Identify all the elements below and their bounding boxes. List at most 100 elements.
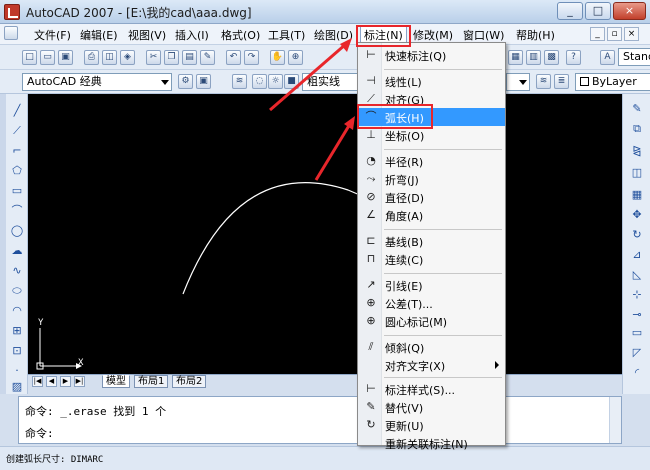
calculator-icon[interactable]: ▩: [544, 50, 559, 65]
line-icon[interactable]: ╱: [10, 104, 24, 118]
dimension-menu-item[interactable]: ⊕ 圆心标记(M): [359, 312, 505, 330]
insert-block-icon[interactable]: ⊞: [10, 324, 24, 338]
command-prompt[interactable]: 命令:: [25, 425, 54, 441]
lightbulb-icon[interactable]: ◌: [252, 74, 267, 89]
construction-line-icon[interactable]: ⟋: [10, 124, 24, 138]
menu-insert[interactable]: 插入(I): [175, 27, 209, 43]
tab-model[interactable]: 模型: [102, 375, 130, 388]
menu-file[interactable]: 文件(F): [34, 27, 71, 43]
menu-format[interactable]: 格式(O): [221, 27, 260, 43]
array-icon[interactable]: ▦: [630, 188, 644, 202]
ellipse-icon[interactable]: ⬭: [10, 284, 24, 298]
rotate-icon[interactable]: ↻: [630, 228, 644, 242]
dimension-menu-item[interactable]: ⊏ 基线(B): [359, 232, 505, 250]
tool-palette-icon[interactable]: ▦: [508, 50, 523, 65]
make-current-icon[interactable]: ≋: [536, 74, 551, 89]
workspace-settings-icon[interactable]: ⚙: [178, 74, 193, 89]
circle-icon[interactable]: ◯: [10, 224, 24, 238]
layer-combo-tail[interactable]: [506, 73, 530, 91]
close-button[interactable]: ×: [613, 2, 646, 20]
sun-icon[interactable]: ☼: [268, 74, 283, 89]
menu-tools[interactable]: 工具(T): [268, 27, 305, 43]
menu-help[interactable]: 帮助(H): [516, 27, 555, 43]
menu-view[interactable]: 视图(V): [128, 27, 166, 43]
menu-draw[interactable]: 绘图(D): [314, 27, 353, 43]
erase-icon[interactable]: ✎: [630, 102, 644, 116]
menu-edit[interactable]: 编辑(E): [80, 27, 118, 43]
command-scrollbar[interactable]: [609, 397, 621, 443]
help-icon[interactable]: ?: [566, 50, 581, 65]
hatch-icon[interactable]: ▨: [10, 380, 24, 394]
polygon-icon[interactable]: ⬠: [10, 164, 24, 178]
arc-icon[interactable]: ⌒: [10, 204, 24, 218]
dimension-menu-item[interactable]: ↗ 引线(E): [359, 276, 505, 294]
layer-color-icon[interactable]: ■: [284, 74, 299, 89]
doc-minimize-button[interactable]: _: [590, 27, 605, 41]
menu-window[interactable]: 窗口(W): [463, 27, 504, 43]
offset-icon[interactable]: ◫: [630, 166, 644, 180]
layer-combo[interactable]: 粗实线: [302, 73, 358, 91]
dimension-menu-item[interactable]: ⊘ 直径(D): [359, 188, 505, 206]
tab-first-button[interactable]: |◀: [32, 376, 43, 387]
ellipse-arc-icon[interactable]: ◠: [10, 304, 24, 318]
doc-close-button[interactable]: ×: [624, 27, 639, 41]
polyline-icon[interactable]: ⌐: [10, 144, 24, 158]
extend-icon[interactable]: ⊸: [630, 308, 644, 322]
dimension-menu-item[interactable]: ⊕ 公差(T)...: [359, 294, 505, 312]
revcloud-icon[interactable]: ☁: [10, 244, 24, 258]
new-icon[interactable]: □: [22, 50, 37, 65]
copy-object-icon[interactable]: ⧉: [630, 122, 644, 136]
point-icon[interactable]: ·: [10, 364, 24, 378]
trim-icon[interactable]: ⊹: [630, 288, 644, 302]
move-icon[interactable]: ✥: [630, 208, 644, 222]
publish-icon[interactable]: ◈: [120, 50, 135, 65]
mirror-icon[interactable]: ⧎: [630, 144, 644, 158]
open-icon[interactable]: ▭: [40, 50, 55, 65]
dimension-menu-item[interactable]: ⫽ 倾斜(Q): [359, 338, 505, 356]
drawing-canvas[interactable]: Y X: [28, 94, 622, 374]
undo-icon[interactable]: ↶: [226, 50, 241, 65]
paste-icon[interactable]: ▤: [182, 50, 197, 65]
menu-modify[interactable]: 修改(M): [413, 27, 453, 43]
tab-prev-button[interactable]: ◀: [46, 376, 57, 387]
match-properties-icon[interactable]: ✎: [200, 50, 215, 65]
color-combo[interactable]: ByLayer: [575, 73, 650, 91]
make-block-icon[interactable]: ⊡: [10, 344, 24, 358]
dimension-menu-item[interactable]: ⊓ 连续(C): [359, 250, 505, 268]
dimension-menu-item[interactable]: ⊣ 线性(L): [359, 72, 505, 90]
pan-icon[interactable]: ✋: [270, 50, 285, 65]
spline-icon[interactable]: ∿: [10, 264, 24, 278]
doc-restore-button[interactable]: ▫: [607, 27, 622, 41]
save-icon[interactable]: ▣: [58, 50, 73, 65]
layer-previous-icon[interactable]: ≣: [554, 74, 569, 89]
dimension-menu-item[interactable]: 重新关联标注(N): [359, 434, 505, 452]
chamfer-icon[interactable]: ◸: [630, 346, 644, 360]
dimension-menu-item[interactable]: ⊢ 快速标注(Q): [359, 46, 505, 64]
text-style-icon[interactable]: A: [600, 50, 615, 65]
dimension-menu-item[interactable]: ⤳ 折弯(J): [359, 170, 505, 188]
redo-icon[interactable]: ↷: [244, 50, 259, 65]
tab-layout2[interactable]: 布局2: [172, 375, 207, 388]
document-icon[interactable]: [4, 26, 18, 40]
dimension-menu-item[interactable]: 对齐文字(X): [359, 356, 505, 374]
restore-button[interactable]: □: [585, 2, 611, 20]
text-style-combo[interactable]: Stand: [618, 48, 650, 66]
tab-next-button[interactable]: ▶: [60, 376, 71, 387]
plot-icon[interactable]: ⎙: [84, 50, 99, 65]
dimension-menu-item[interactable]: ✎ 替代(V): [359, 398, 505, 416]
rectangle-icon[interactable]: ▭: [10, 184, 24, 198]
dimension-menu-item[interactable]: ∠ 角度(A): [359, 206, 505, 224]
layer-manager-icon[interactable]: ≋: [232, 74, 247, 89]
cut-icon[interactable]: ✂: [146, 50, 161, 65]
sheet-set-icon[interactable]: ▥: [526, 50, 541, 65]
preview-icon[interactable]: ◫: [102, 50, 117, 65]
stretch-icon[interactable]: ◺: [630, 268, 644, 282]
scale-icon[interactable]: ⊿: [630, 248, 644, 262]
tab-last-button[interactable]: ▶|: [74, 376, 85, 387]
minimize-button[interactable]: _: [557, 2, 583, 20]
break-icon[interactable]: ▭: [630, 326, 644, 340]
dimension-menu-item[interactable]: ⊢ 标注样式(S)...: [359, 380, 505, 398]
zoom-icon[interactable]: ⊕: [288, 50, 303, 65]
dimension-menu-item[interactable]: ↻ 更新(U): [359, 416, 505, 434]
fillet-icon[interactable]: ◜: [630, 366, 644, 380]
